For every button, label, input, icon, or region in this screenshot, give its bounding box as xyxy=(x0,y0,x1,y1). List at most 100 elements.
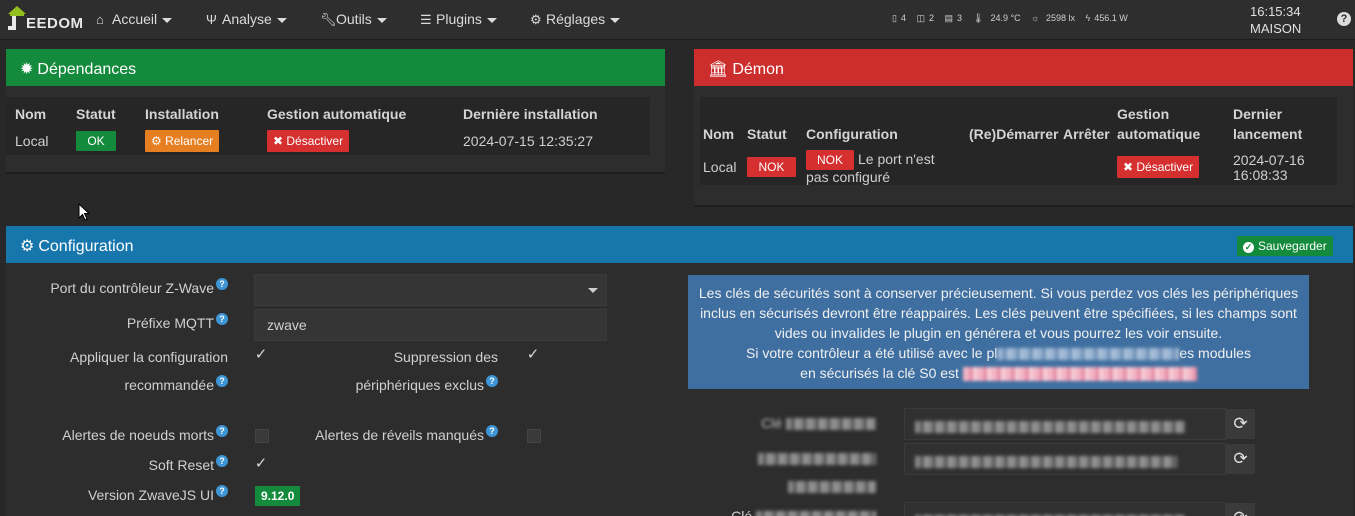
key-s0-label-prefix: Clé xyxy=(761,415,783,431)
suppress-label-2: périphériques exclus xyxy=(355,377,484,393)
refresh-icon[interactable]: ⟳ xyxy=(1226,409,1255,439)
help-icon[interactable]: ? xyxy=(216,425,228,438)
help-icon[interactable]: ? xyxy=(1337,12,1351,26)
info-line-2: inclus en sécurisés devront être réappai… xyxy=(700,305,1297,321)
shutter-summary[interactable]: ▤ 3 xyxy=(945,13,967,23)
mqtt-prefix-input[interactable]: zwave xyxy=(254,309,607,341)
luminosity-summary[interactable]: ☼ 2598 lx xyxy=(1031,13,1079,23)
save-button[interactable]: ✓ Sauvegarder xyxy=(1237,236,1333,256)
luminosity-value: 2598 lx xyxy=(1045,13,1075,23)
key-s0-input[interactable] xyxy=(904,408,1226,440)
chevron-down-icon xyxy=(610,17,621,23)
redacted-key-value xyxy=(915,456,1177,469)
help-icon[interactable]: ? xyxy=(486,375,498,388)
demon-header: 🏛︎ Démon xyxy=(694,49,1353,86)
status-summary: ▯ 4 ◫ 2 ▤ 3 🌡︎ 24.9 °C ☼ 2598 lx ϟ 456.1 W xyxy=(892,13,1136,24)
window-summary[interactable]: ◫ 2 xyxy=(916,13,938,23)
info-line-4: Si votre contrôleur a été utilisé avec l… xyxy=(696,343,1301,363)
bolt-icon: ϟ xyxy=(1085,13,1091,23)
shutter-icon: ▤ xyxy=(944,13,954,23)
power-summary[interactable]: ϟ 456.1 W xyxy=(1085,13,1131,23)
demon-desactiver-button[interactable]: ✖ Désactiver xyxy=(1117,156,1200,178)
key-s2-access-input[interactable] xyxy=(904,502,1226,516)
demon-config-msg-1: Le port n'est xyxy=(858,151,935,167)
missed-wakeup-checkbox[interactable] xyxy=(527,429,541,443)
info-line-3: vides ou invalides le plugin en générera… xyxy=(774,325,1223,341)
home-icon: ⌂ xyxy=(96,12,104,27)
chevron-down-icon xyxy=(162,17,173,23)
nav-analyse[interactable]: Ψ Analyse xyxy=(206,11,287,29)
nav-plugins[interactable]: ☰ Plugins xyxy=(420,11,497,29)
demon-col-auto-2: automatique xyxy=(1117,126,1201,142)
demon-col-restart: (Re)Démarrer xyxy=(969,126,1059,142)
help-icon[interactable]: ? xyxy=(216,485,228,498)
temperature-value: 24.9 °C xyxy=(990,13,1021,23)
port-select[interactable] xyxy=(254,274,607,306)
port-label-text: Port du contrôleur Z-Wave xyxy=(50,280,214,296)
key-s0-label: Clé xyxy=(700,409,876,437)
help-icon[interactable]: ? xyxy=(216,278,228,291)
demon-col-config: Configuration xyxy=(806,126,898,142)
wrench-icon: 🔧︎ xyxy=(320,12,337,27)
info-line-5: en sécurisés la clé S0 est xyxy=(696,363,1301,383)
demon-status-badge: NOK xyxy=(747,157,796,177)
certificate-icon: ✹ xyxy=(20,61,34,78)
dependances-panel: ✹ Dépendances Nom Statut Installation Ges… xyxy=(6,49,665,174)
demon-col-auto-1: Gestion xyxy=(1117,106,1170,122)
dead-nodes-checkbox[interactable] xyxy=(255,429,269,443)
info-line-1: Les clés de sécurités sont à conserver p… xyxy=(698,285,1299,301)
port-label: Port du contrôleur Z-Wave? xyxy=(10,274,228,302)
apply-config-label-2: recommandée xyxy=(124,377,215,393)
version-badge: 9.12.0 xyxy=(255,486,301,506)
bicycle-icon: ⚙︎ xyxy=(151,134,166,148)
nav-outils[interactable]: 🔧︎Outils xyxy=(320,11,387,29)
nav-reglages[interactable]: ⚙ Réglages xyxy=(530,11,621,29)
version-label: Version ZwaveJS UI? xyxy=(10,481,228,509)
help-icon[interactable]: ? xyxy=(216,375,228,388)
version-label-text: Version ZwaveJS UI xyxy=(87,487,214,503)
nav-analyse-label: Analyse xyxy=(222,11,272,27)
suppress-excluded-checkbox[interactable]: ✓ xyxy=(526,347,540,363)
key-s2-label xyxy=(700,444,876,500)
nav-reglages-label: Réglages xyxy=(546,11,606,27)
cogs-icon: ⚙ xyxy=(20,238,35,255)
soft-reset-checkbox[interactable]: ✓ xyxy=(254,456,268,472)
logo-text: EEDOM xyxy=(26,15,84,32)
help-icon[interactable]: ? xyxy=(216,313,228,326)
door-summary[interactable]: ▯ 4 xyxy=(892,13,910,23)
col-derniere-install: Dernière installation xyxy=(463,106,598,122)
help-icon[interactable]: ? xyxy=(216,455,228,468)
redacted-label xyxy=(758,453,876,466)
mouse-cursor-icon xyxy=(78,203,90,221)
chevron-down-icon xyxy=(276,17,287,23)
door-icon: ▯ xyxy=(892,13,897,23)
dependances-title: Dépendances xyxy=(37,61,137,78)
help-icon[interactable]: ? xyxy=(486,425,498,438)
relancer-label: Relancer xyxy=(165,134,214,148)
close-icon: ✖ xyxy=(273,134,287,148)
refresh-icon[interactable]: ⟳ xyxy=(1226,503,1255,516)
nav-accueil[interactable]: ⌂ Accueil xyxy=(96,11,173,29)
jeedom-logo[interactable]: EEDOM xyxy=(6,4,83,36)
nav-accueil-label: Accueil xyxy=(112,11,158,27)
mqtt-label-text: Préfixe MQTT xyxy=(126,315,214,331)
relancer-button[interactable]: ⚙︎ Relancer xyxy=(145,130,220,152)
refresh-icon[interactable]: ⟳ xyxy=(1226,444,1255,474)
info-line-4-start: Si votre contrôleur a été utilisé avec l… xyxy=(746,345,998,361)
key-s2-input[interactable] xyxy=(904,443,1226,475)
demon-last-date: 2024-07-16 xyxy=(1233,152,1305,168)
mqtt-label: Préfixe MQTT? xyxy=(10,309,228,337)
redacted-label xyxy=(786,418,876,431)
clock-time: 16:15:34 xyxy=(1250,4,1301,19)
missed-wakeup-label: Alertes de réveils manqués? xyxy=(300,421,498,449)
demon-config-badge: NOK xyxy=(806,150,854,170)
missed-wakeup-label-text: Alertes de réveils manqués xyxy=(315,427,484,443)
demon-col-last-2: lancement xyxy=(1233,126,1303,142)
dep-desactiver-button[interactable]: ✖ Désactiver xyxy=(267,130,350,152)
security-keys-info: Les clés de sécurités sont à conserver p… xyxy=(688,275,1309,389)
temperature-summary[interactable]: 🌡︎ 24.9 °C xyxy=(973,13,1025,23)
clock: 16:15:34 MAISON xyxy=(1250,3,1310,37)
apply-config-checkbox[interactable]: ✓ xyxy=(254,347,268,363)
sun-icon: ☼ xyxy=(1031,13,1040,23)
col-gestion-auto: Gestion automatique xyxy=(267,106,407,122)
